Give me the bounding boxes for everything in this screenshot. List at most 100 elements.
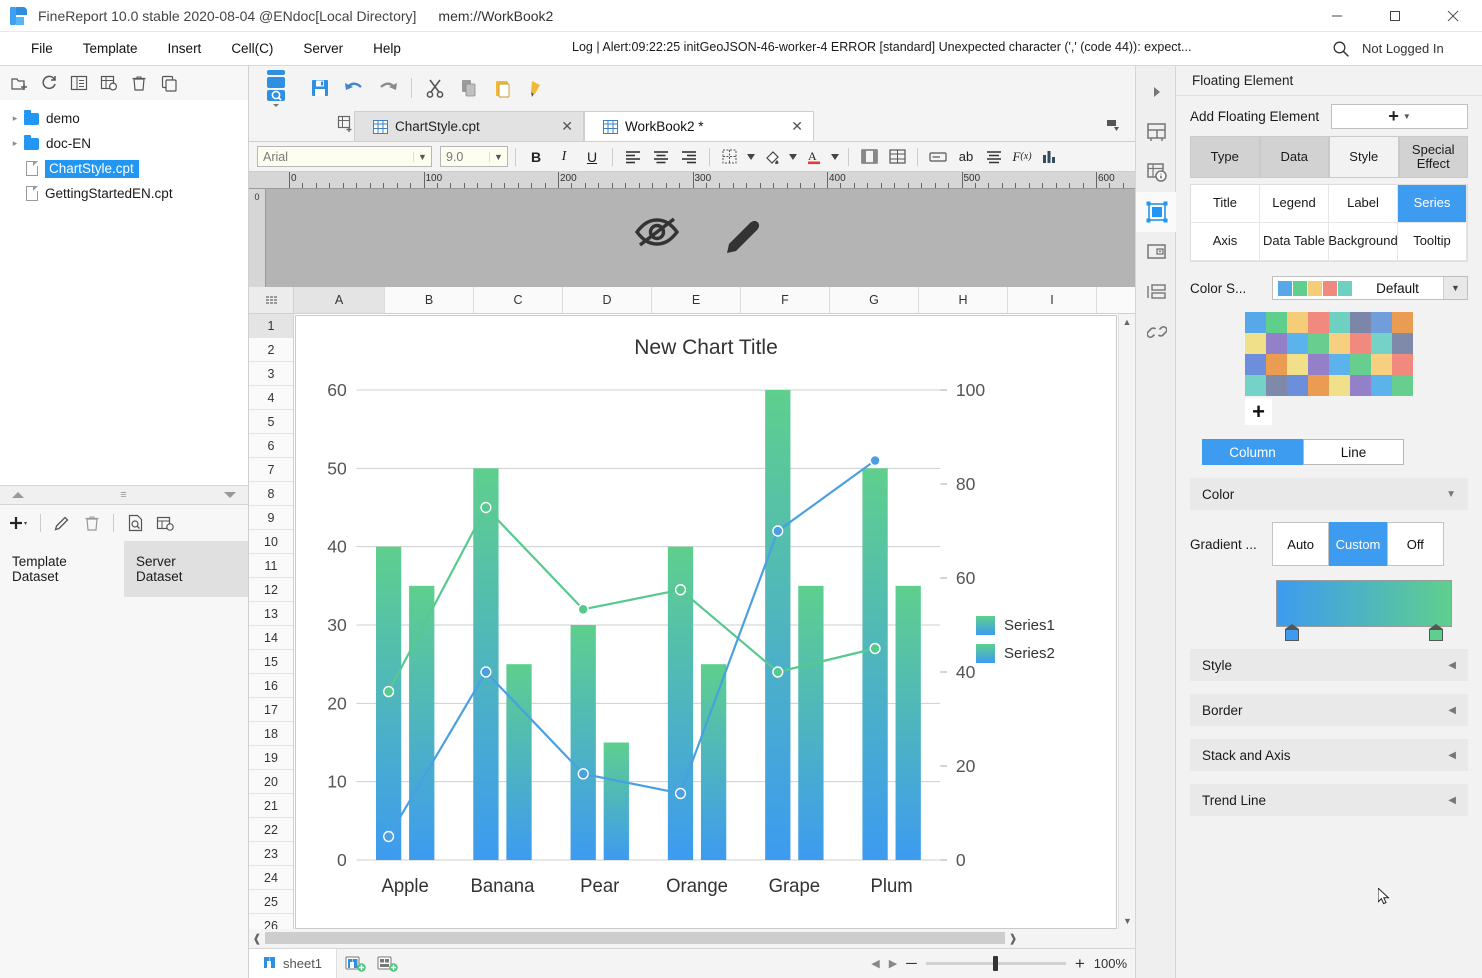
chevron-down-icon[interactable]: ▼ — [489, 151, 507, 162]
chart-bar[interactable] — [570, 625, 596, 860]
palette-swatch[interactable] — [1245, 354, 1266, 375]
cell-element-icon[interactable] — [1136, 112, 1177, 152]
palette-swatch[interactable] — [1350, 354, 1371, 375]
sheet-next-icon[interactable]: ▶ — [889, 957, 897, 970]
tab-style[interactable]: Style — [1329, 136, 1399, 178]
menu-help[interactable]: Help — [358, 37, 416, 60]
paragraph-icon[interactable] — [981, 145, 1007, 169]
palette-swatch[interactable] — [1392, 375, 1413, 396]
cell-attribute-icon[interactable] — [1136, 152, 1177, 192]
column-header-f[interactable]: F — [741, 287, 830, 313]
column-header-d[interactable]: D — [563, 287, 652, 313]
gradient-end-stop[interactable] — [1429, 624, 1443, 641]
paste-icon[interactable] — [489, 73, 517, 103]
palette-swatch[interactable] — [1371, 312, 1392, 333]
config-icon[interactable] — [98, 72, 120, 94]
row-header-24[interactable]: 24 — [249, 866, 293, 890]
row-header-9[interactable]: 9 — [249, 506, 293, 530]
zoom-slider-knob[interactable] — [993, 956, 998, 971]
subtab-background[interactable]: Background — [1329, 223, 1398, 261]
log-alert-text[interactable]: Log | Alert:09:22:25 initGeoJSON-46-work… — [572, 40, 1191, 54]
chart-bar[interactable] — [603, 742, 629, 861]
split-cells-icon[interactable] — [884, 145, 910, 169]
palette-swatch[interactable] — [1266, 375, 1287, 396]
align-center-icon[interactable] — [648, 145, 674, 169]
row-header-5[interactable]: 5 — [249, 410, 293, 434]
palette-swatch[interactable] — [1350, 333, 1371, 354]
scroll-right-arrow-icon[interactable]: ❱ — [1005, 932, 1021, 945]
copy-icon[interactable] — [158, 72, 180, 94]
column-header-c[interactable]: C — [474, 287, 563, 313]
palette-swatch[interactable] — [1350, 312, 1371, 333]
color-palette[interactable] — [1245, 312, 1413, 396]
palette-swatch[interactable] — [1350, 375, 1371, 396]
chevron-left-icon[interactable]: ◀ — [1448, 795, 1456, 806]
section-stack-and-axis[interactable]: Stack and Axis ◀ — [1190, 739, 1468, 771]
menu-template[interactable]: Template — [68, 37, 153, 60]
tree-item-doc-en[interactable]: ▸ doc-EN — [0, 131, 248, 156]
palette-swatch[interactable] — [1392, 333, 1413, 354]
row-header-17[interactable]: 17 — [249, 698, 293, 722]
delete-icon[interactable] — [128, 72, 150, 94]
minimize-button[interactable] — [1308, 0, 1366, 32]
widget-settings-icon[interactable] — [1136, 232, 1177, 272]
doc-tab-close-icon[interactable]: ✕ — [535, 118, 573, 135]
chevron-down-icon[interactable]: ▼ — [1443, 277, 1467, 299]
row-header-22[interactable]: 22 — [249, 818, 293, 842]
chart-bar[interactable] — [506, 664, 532, 860]
subtab-legend[interactable]: Legend — [1260, 185, 1329, 223]
section-border[interactable]: Border ◀ — [1190, 694, 1468, 726]
row-header-18[interactable]: 18 — [249, 722, 293, 746]
row-header-8[interactable]: 8 — [249, 482, 293, 506]
column-header-a[interactable]: A — [294, 287, 385, 313]
column-header-h[interactable]: H — [919, 287, 1008, 313]
chevron-left-icon[interactable]: ◀ — [1448, 660, 1456, 671]
collapse-up-icon[interactable] — [12, 492, 24, 498]
row-header-25[interactable]: 25 — [249, 890, 293, 914]
expand-arrow-icon[interactable]: ▸ — [6, 138, 24, 149]
preview-dataset-icon[interactable] — [122, 511, 148, 535]
hidden-eye-icon[interactable] — [633, 215, 681, 263]
conditional-attribute-icon[interactable] — [1136, 272, 1177, 312]
palette-swatch[interactable] — [1392, 312, 1413, 333]
redo-icon[interactable] — [374, 73, 402, 103]
zoom-slider[interactable] — [925, 956, 1066, 971]
add-dataset-icon[interactable] — [6, 511, 32, 535]
palette-swatch[interactable] — [1266, 333, 1287, 354]
collapse-arrow-icon[interactable] — [1136, 72, 1177, 112]
merge-cells-icon[interactable] — [856, 145, 882, 169]
tree-item-chartstyle[interactable]: ChartStyle.cpt — [0, 156, 248, 181]
palette-swatch[interactable] — [1287, 333, 1308, 354]
palette-swatch[interactable] — [1329, 312, 1350, 333]
row-header-11[interactable]: 11 — [249, 554, 293, 578]
row-header-19[interactable]: 19 — [249, 746, 293, 770]
floating-element-icon[interactable] — [1136, 192, 1177, 232]
chart-bar[interactable] — [862, 468, 888, 860]
palette-swatch[interactable] — [1392, 354, 1413, 375]
select-all-corner[interactable] — [249, 287, 294, 313]
row-header-15[interactable]: 15 — [249, 650, 293, 674]
border-icon[interactable] — [717, 145, 743, 169]
horizontal-scrollbar[interactable]: ❰ ❱ — [249, 929, 1135, 947]
series-type-line[interactable]: Line — [1303, 439, 1404, 465]
row-header-13[interactable]: 13 — [249, 602, 293, 626]
palette-swatch[interactable] — [1371, 333, 1392, 354]
gradient-preview-bar[interactable] — [1276, 580, 1452, 641]
palette-swatch[interactable] — [1266, 354, 1287, 375]
tree-item-demo[interactable]: ▸ demo — [0, 106, 248, 131]
undo-icon[interactable] — [340, 73, 368, 103]
panel-splitter[interactable]: ≡ — [0, 485, 248, 505]
sheet-tab-sheet1[interactable]: sheet1 — [249, 948, 338, 978]
scroll-down-arrow-icon[interactable]: ▼ — [1119, 913, 1136, 929]
chart-line-point[interactable] — [480, 666, 492, 678]
menu-file[interactable]: File — [16, 37, 68, 60]
sheet-prev-icon[interactable]: ◀ — [871, 957, 879, 970]
tab-type[interactable]: Type — [1190, 136, 1260, 178]
list-view-icon[interactable] — [68, 72, 90, 94]
section-trend-line[interactable]: Trend Line ◀ — [1190, 784, 1468, 816]
palette-swatch[interactable] — [1329, 375, 1350, 396]
gradient-custom[interactable]: Custom — [1329, 522, 1387, 566]
tab-overflow-icon[interactable] — [1105, 118, 1135, 141]
expand-arrow-icon[interactable]: ▸ — [6, 113, 24, 124]
subtab-label[interactable]: Label — [1329, 185, 1398, 223]
